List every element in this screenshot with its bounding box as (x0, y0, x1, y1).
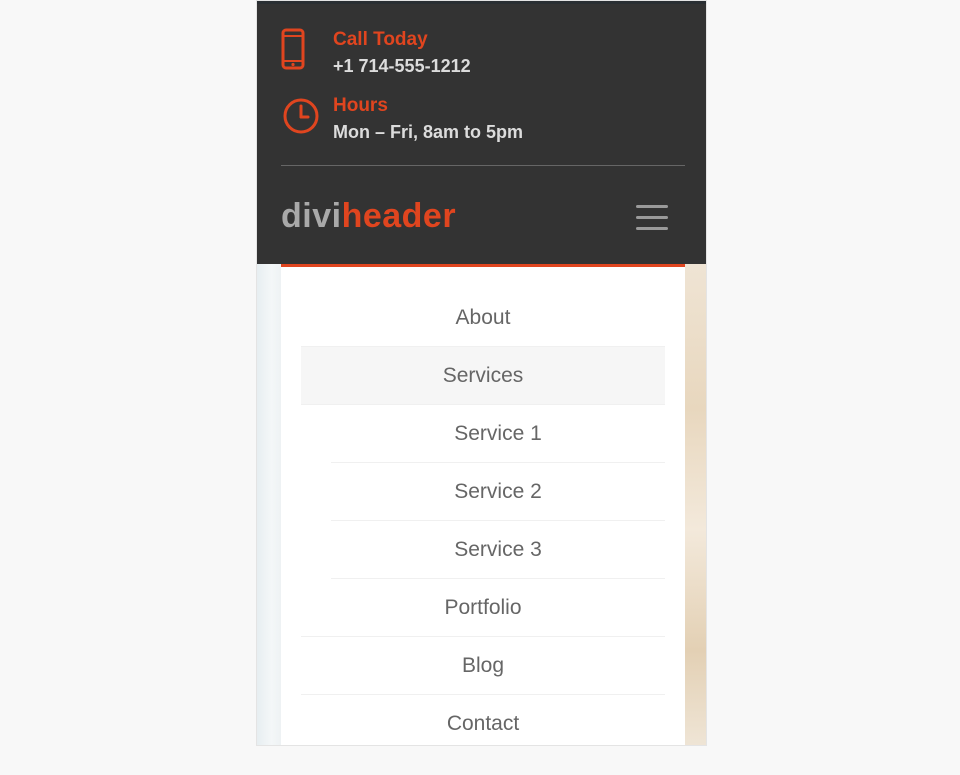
header-divider (281, 165, 685, 166)
hours-title: Hours (333, 95, 388, 116)
mobile-viewport: Call Today +1 714-555-1212 Hours Mon – F… (256, 0, 707, 746)
hours-info: Hours Mon – Fri, 8am to 5pm (281, 94, 523, 146)
site-logo[interactable]: diviheader (281, 194, 456, 238)
phone-icon (281, 28, 333, 72)
hamburger-menu-icon[interactable] (636, 205, 670, 231)
menu-list: About Services Service 1 Service 2 Servi… (301, 289, 665, 745)
background-image-left (257, 264, 281, 745)
menu-item-service-3[interactable]: Service 3 (331, 521, 665, 579)
clock-icon (281, 94, 333, 138)
background-image-right (685, 264, 706, 745)
menu-item-portfolio[interactable]: Portfolio (301, 579, 665, 637)
menu-item-service-2[interactable]: Service 2 (331, 463, 665, 521)
call-title: Call Today (333, 29, 428, 50)
menu-item-blog[interactable]: Blog (301, 637, 665, 695)
header-top-bar: Call Today +1 714-555-1212 Hours Mon – F… (257, 1, 706, 264)
menu-item-contact[interactable]: Contact (301, 695, 665, 745)
logo-text-part2: header (341, 197, 457, 235)
menu-item-about[interactable]: About (301, 289, 665, 347)
menu-item-services[interactable]: Services (301, 347, 665, 405)
menu-item-service-1[interactable]: Service 1 (331, 405, 665, 463)
mobile-dropdown-menu: About Services Service 1 Service 2 Servi… (281, 264, 685, 745)
phone-number[interactable]: +1 714-555-1212 (333, 52, 471, 80)
hours-value: Mon – Fri, 8am to 5pm (333, 122, 524, 142)
call-info: Call Today +1 714-555-1212 (281, 28, 471, 80)
logo-text-part1: divi (281, 197, 342, 235)
